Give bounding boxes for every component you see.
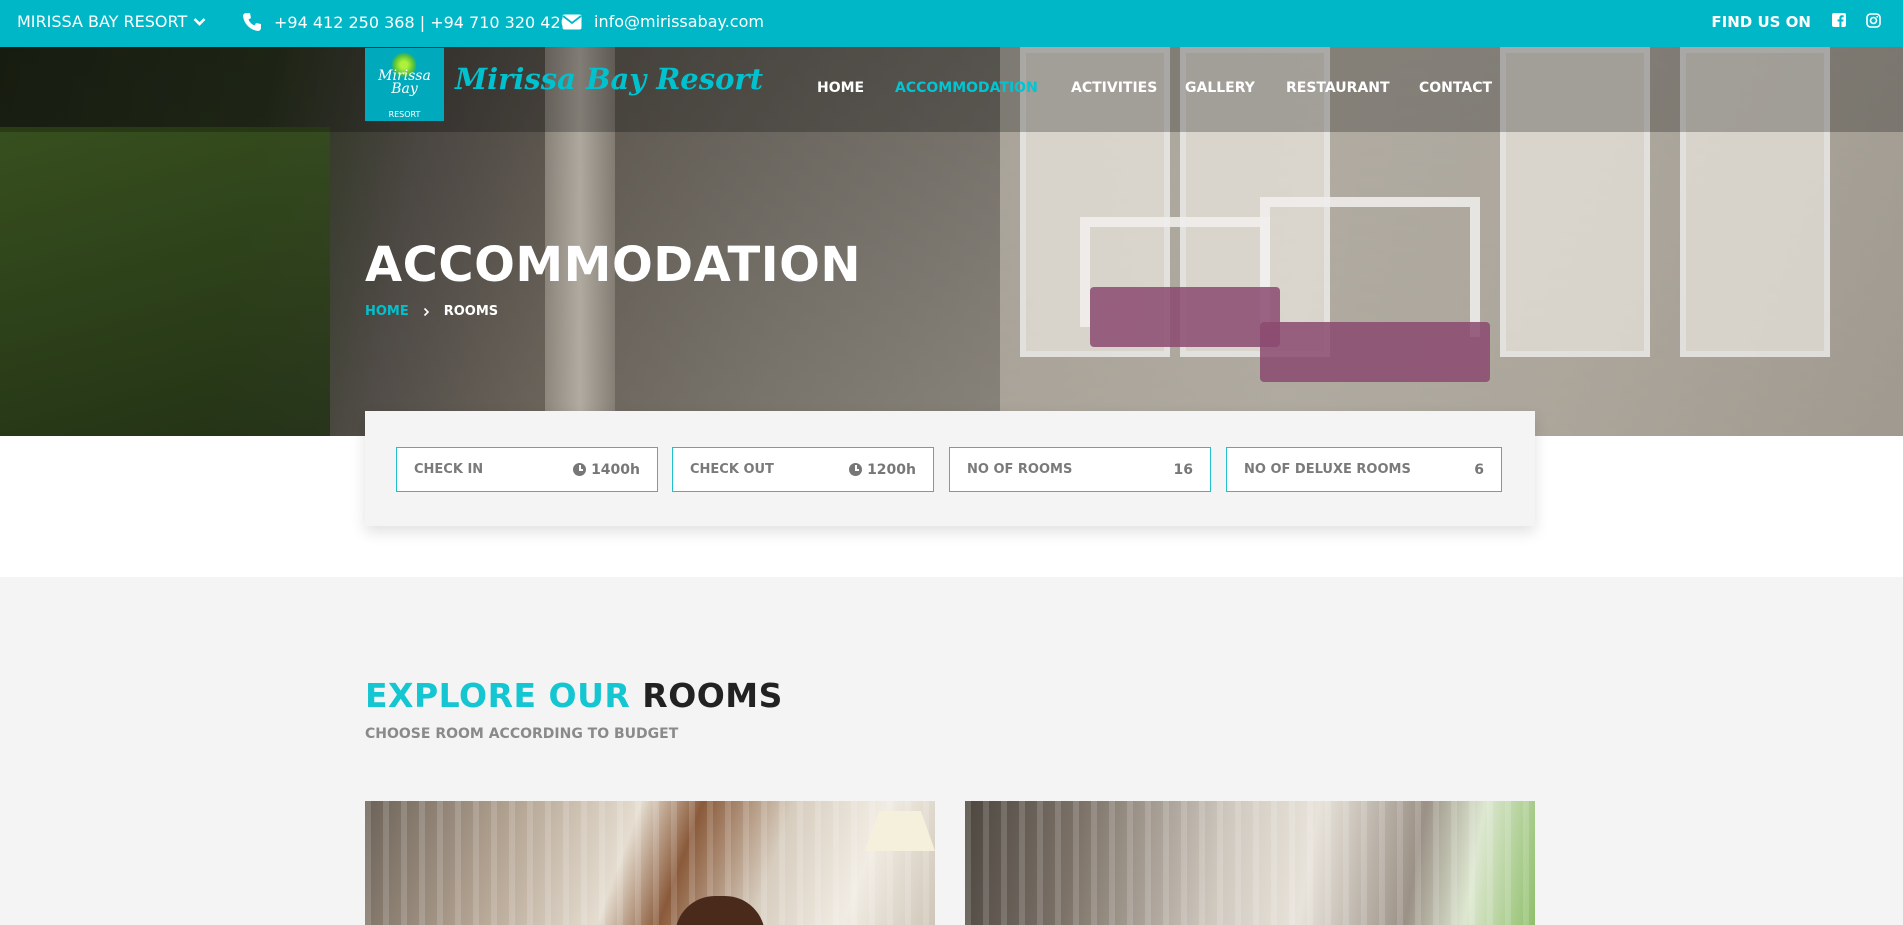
deluxe-rooms-box: NO OF DELUXE ROOMS 6 — [1226, 447, 1502, 492]
rooms-label: NO OF ROOMS — [967, 462, 1073, 477]
hero-photo-chair — [1260, 197, 1480, 337]
facebook-icon[interactable] — [1831, 12, 1847, 28]
check-in-box: CHECK IN 1400h — [396, 447, 658, 492]
hero-photo-lawn — [0, 127, 330, 436]
clock-icon — [573, 463, 587, 476]
deluxe-rooms-label: NO OF DELUXE ROOMS — [1244, 462, 1411, 477]
deluxe-rooms-value: 6 — [1474, 461, 1484, 478]
phone-contact[interactable]: +94 412 250 368 | +94 710 320 420 — [242, 12, 571, 32]
top-bar: MIRISSA BAY RESORT +94 412 250 368 | +94… — [0, 0, 1903, 47]
info-panel: CHECK IN 1400h CHECK OUT 1200h NO OF ROO… — [365, 411, 1535, 526]
section-subtitle: CHOOSE ROOM ACCORDING TO BUDGET — [365, 726, 679, 742]
phone-numbers: +94 412 250 368 | +94 710 320 420 — [274, 12, 571, 32]
nav-activities[interactable]: ACTIVITIES — [1071, 80, 1157, 96]
chevron-right-icon — [423, 307, 429, 316]
brand-name[interactable]: Mirissa Bay Resort — [455, 62, 763, 96]
room-card-image[interactable] — [365, 801, 935, 925]
resort-selector[interactable]: MIRISSA BAY RESORT — [17, 12, 206, 31]
nav-contact[interactable]: CONTACT — [1419, 80, 1492, 96]
breadcrumb-home[interactable]: HOME — [365, 304, 409, 319]
page-title: ACCOMMODATION — [365, 237, 862, 293]
nav-home[interactable]: HOME — [817, 80, 864, 96]
breadcrumb-current: ROOMS — [443, 304, 499, 319]
chevron-down-icon — [193, 17, 206, 26]
hero-photo-cushion — [1090, 287, 1280, 347]
phone-icon — [243, 13, 261, 31]
room-card-image[interactable] — [965, 801, 1535, 925]
rooms-box: NO OF ROOMS 16 — [949, 447, 1211, 492]
nav-accommodation[interactable]: ACCOMMODATION — [895, 80, 1038, 96]
hero-banner — [0, 47, 1903, 436]
rooms-value: 16 — [1173, 461, 1193, 478]
find-us-label: FIND US ON — [1711, 13, 1811, 31]
check-in-value: 1400h — [591, 461, 640, 478]
section-title: EXPLORE OUR ROOMS — [365, 676, 783, 715]
logo[interactable]: Mirissa Bay RESORT — [365, 48, 444, 121]
email-address: info@mirissabay.com — [594, 12, 764, 31]
mosquito-net — [365, 801, 935, 925]
instagram-icon[interactable] — [1865, 12, 1881, 28]
check-out-label: CHECK OUT — [690, 462, 774, 477]
email-contact[interactable]: info@mirissabay.com — [562, 12, 764, 31]
nav-gallery[interactable]: GALLERY — [1185, 80, 1255, 96]
check-in-label: CHECK IN — [414, 462, 484, 477]
check-out-box: CHECK OUT 1200h — [672, 447, 934, 492]
nav-restaurant[interactable]: RESTAURANT — [1286, 80, 1390, 96]
logo-subtext: RESORT — [388, 110, 421, 119]
check-out-value: 1200h — [867, 461, 916, 478]
resort-selector-label: MIRISSA BAY RESORT — [17, 12, 188, 31]
envelope-icon — [562, 14, 582, 29]
logo-script: Mirissa Bay — [378, 68, 431, 97]
hero-photo-cushion — [1260, 322, 1490, 382]
mosquito-net — [965, 801, 1535, 925]
section-title-main: ROOMS — [642, 676, 783, 715]
breadcrumb: HOME ROOMS — [365, 304, 498, 319]
section-title-accent: EXPLORE OUR — [365, 676, 631, 715]
clock-icon — [849, 463, 863, 476]
